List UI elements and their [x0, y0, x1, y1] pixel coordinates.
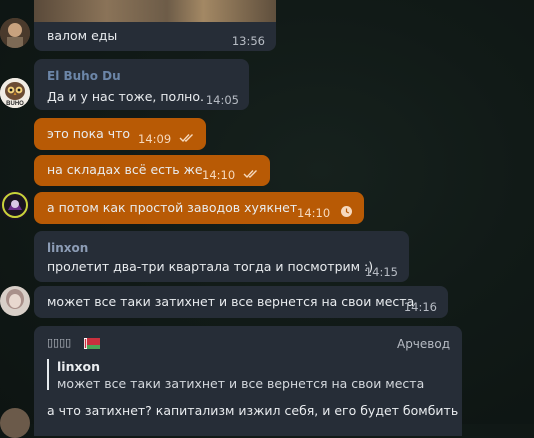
- message-text: а потом как простой заводов хуякнет: [47, 200, 298, 215]
- media-preview[interactable]: [34, 0, 276, 22]
- sender-name[interactable]: ▯▯▯▯: [47, 335, 71, 351]
- reply-text[interactable]: может все таки затихнет и все вернется н…: [57, 376, 424, 392]
- avatar-label: BUHO: [6, 101, 24, 107]
- message-time: 13:56: [231, 34, 265, 48]
- message-time: 14:09: [138, 132, 172, 146]
- message-bubble[interactable]: валом еды 13:56: [34, 22, 276, 51]
- message-bubble[interactable]: это пока что 14:09: [34, 118, 206, 150]
- message-time: 14:10: [297, 206, 331, 220]
- clock-icon: [341, 206, 352, 217]
- avatar[interactable]: [0, 286, 30, 316]
- double-check-icon: [179, 134, 193, 143]
- message-text: пролетит два-три квартала тогда и посмот…: [47, 259, 374, 274]
- message-text: это пока что: [47, 126, 131, 141]
- double-check-icon: [243, 170, 257, 179]
- message-time: 14:15: [364, 265, 398, 279]
- message-bubble[interactable]: а потом как простой заводов хуякнет 14:1…: [34, 192, 364, 224]
- sender-name[interactable]: El Buho Du: [47, 68, 121, 84]
- message-time: 14:10: [202, 168, 236, 182]
- avatar[interactable]: [0, 18, 30, 48]
- message-bubble[interactable]: El Buho Du Да и у нас тоже, полно. 14:05: [34, 59, 249, 110]
- message-text: на складах всё есть же: [47, 162, 203, 177]
- message-bubble[interactable]: linxon пролетит два-три квартала тогда и…: [34, 231, 409, 282]
- reply-sender[interactable]: linxon: [57, 359, 100, 375]
- admin-title: Арчевод: [396, 337, 450, 351]
- message-time: 14:16: [403, 300, 437, 314]
- message-bubble[interactable]: на складах всё есть же 14:10: [34, 155, 270, 186]
- avatar[interactable]: [0, 190, 30, 220]
- belarus-flag-icon: [84, 337, 100, 349]
- reply-bar: [47, 359, 49, 390]
- message-text: Да и у нас тоже, полно.: [47, 89, 204, 104]
- message-text: валом еды: [47, 28, 118, 43]
- message-text: может все таки затихнет и все вернется н…: [47, 294, 415, 309]
- sender-name[interactable]: linxon: [47, 240, 88, 256]
- avatar[interactable]: [0, 408, 30, 438]
- message-text: а что затихнет? капитализм изжил себя, и…: [47, 403, 459, 418]
- message-bubble[interactable]: ▯▯▯▯ Арчевод linxon может все таки затих…: [34, 326, 462, 436]
- message-time: 14:05: [205, 93, 239, 107]
- message-bubble[interactable]: может все таки затихнет и все вернется н…: [34, 286, 448, 318]
- avatar[interactable]: BUHO: [0, 78, 30, 108]
